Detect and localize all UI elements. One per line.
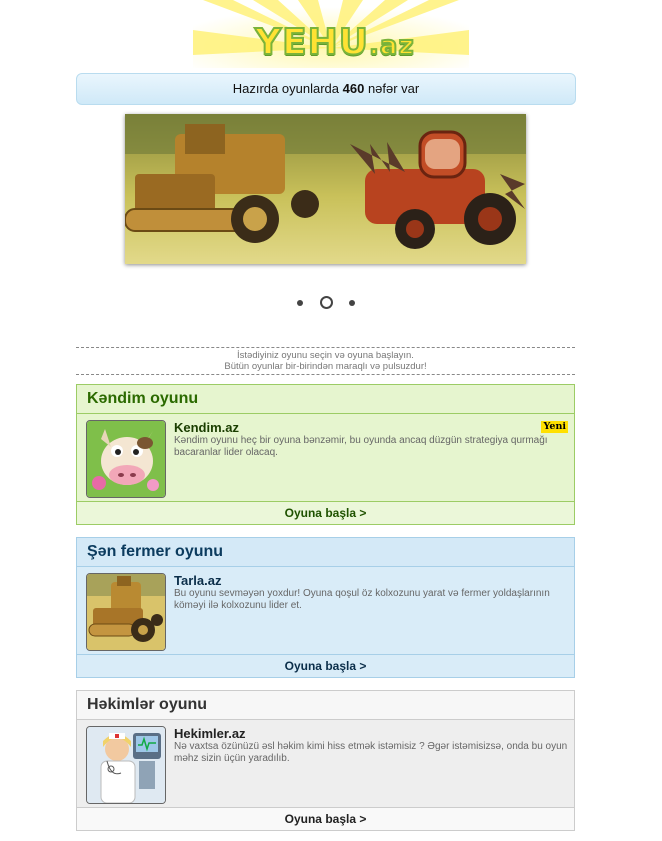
info-line-1: İstədiyiniz oyunu seçin və oyuna başlayı…	[237, 350, 414, 361]
slide-dot-2-active[interactable]	[320, 296, 333, 309]
game-title-link[interactable]: Hekimler.az	[174, 726, 246, 741]
new-badge: Yeni	[541, 421, 568, 433]
info-line-2: Bütün oyunlar bir-birindən maraqlı və pu…	[224, 361, 427, 372]
site-logo[interactable]: YEHU.az	[193, 0, 469, 68]
game-card-header: Kəndim oyunu	[77, 385, 574, 414]
online-players-bar: Hazırda oyunlarda 460 nəfər var	[76, 73, 576, 105]
play-button[interactable]: Oyuna başla >	[77, 807, 574, 830]
game-card-header: Şən fermer oyunu	[77, 538, 574, 567]
game-card-tarla: Şən fermer oyunu Tarla.az Bu oyunu sevmə…	[76, 537, 575, 678]
slide-dot-3[interactable]	[349, 300, 355, 306]
game-card-body: Hekimler.az Nə vaxtsa özünüzü əsl həkim …	[77, 720, 574, 807]
game-description: Kəndim oyunu heç bir oyuna bənzəmir, bu …	[174, 435, 548, 458]
slideshow-pagination	[294, 296, 364, 312]
online-prefix: Hazırda oyunlarda	[232, 81, 339, 96]
game-description: Nə vaxtsa özünüzü əsl həkim kimi hiss et…	[174, 741, 568, 764]
online-suffix: nəfər var	[367, 81, 420, 96]
game-title-link[interactable]: Kendim.az	[174, 420, 239, 435]
logo-name: YEHU	[254, 21, 370, 64]
banner-slide[interactable]	[125, 114, 526, 264]
game-card-body: Kendim.az Yeni Kəndim oyunu heç bir oyun…	[77, 414, 574, 501]
harvester-icon[interactable]	[86, 573, 166, 651]
nurse-icon[interactable]	[86, 726, 166, 804]
info-note: İstədiyiniz oyunu seçin və oyuna başlayı…	[76, 347, 575, 375]
slide-dot-1[interactable]	[297, 300, 303, 306]
play-button[interactable]: Oyuna başla >	[77, 654, 574, 677]
game-card-header: Həkimlər oyunu	[77, 691, 574, 720]
cow-icon[interactable]	[86, 420, 166, 498]
tractors-banner-image	[125, 114, 526, 264]
online-count: 460	[342, 81, 365, 96]
logo-tld: .az	[368, 30, 415, 62]
play-button[interactable]: Oyuna başla >	[77, 501, 574, 524]
game-card-kendim: Kəndim oyunu Kendim.az Yeni Kəndim oyunu…	[76, 384, 575, 525]
game-card-body: Tarla.az Bu oyunu sevməyən yoxdur! Oyuna…	[77, 567, 574, 654]
game-card-hekimler: Həkimlər oyunu Hekimler.az Nə vaxtsa özü…	[76, 690, 575, 831]
game-title-link[interactable]: Tarla.az	[174, 573, 221, 588]
game-description: Bu oyunu sevməyən yoxdur! Oyuna qoşul öz…	[174, 588, 550, 611]
